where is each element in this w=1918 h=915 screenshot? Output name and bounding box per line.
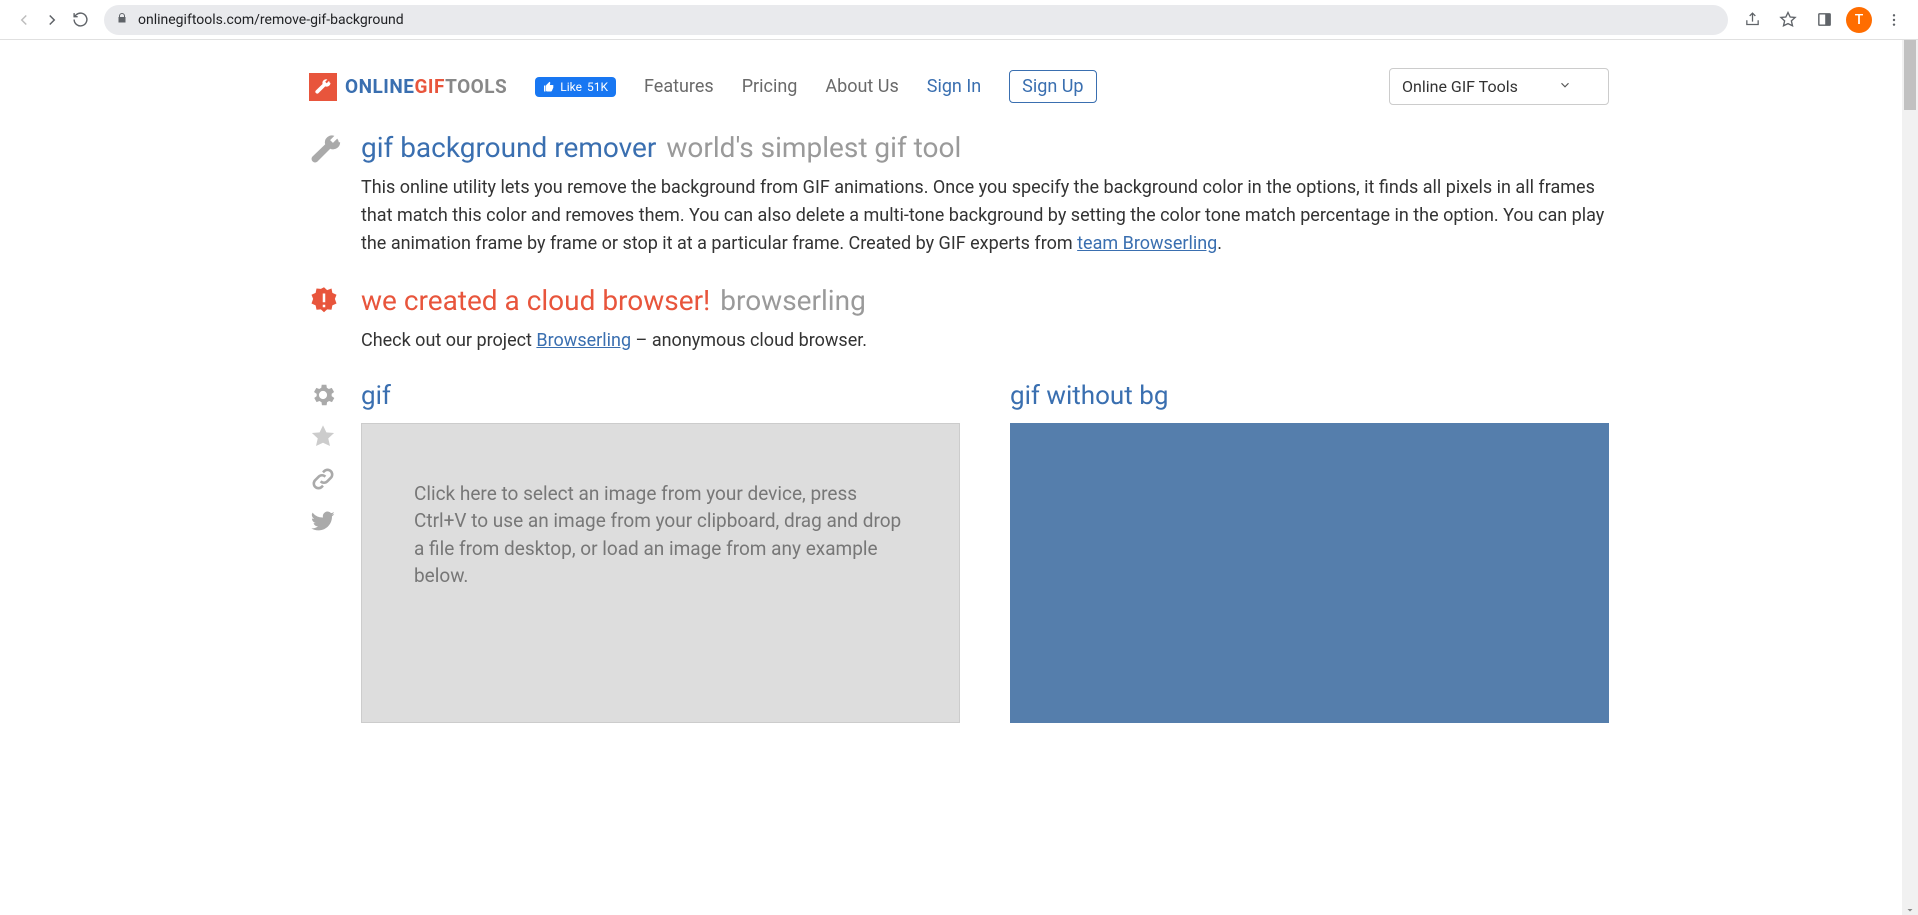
output-canvas bbox=[1010, 423, 1609, 723]
team-browserling-link[interactable]: team Browserling bbox=[1077, 233, 1217, 254]
nav-pricing[interactable]: Pricing bbox=[742, 76, 798, 97]
bookmark-star-icon[interactable] bbox=[1774, 6, 1802, 34]
dropzone-text: Click here to select an image from your … bbox=[414, 480, 907, 590]
scrollbar[interactable] bbox=[1902, 40, 1918, 915]
signup-button[interactable]: Sign Up bbox=[1009, 70, 1096, 103]
wrench-icon bbox=[309, 73, 337, 101]
scrollbar-down-icon[interactable] bbox=[1904, 901, 1916, 913]
promo-section: we created a cloud browser! browserling … bbox=[309, 284, 1609, 355]
site-select-value: Online GIF Tools bbox=[1402, 77, 1518, 96]
address-bar[interactable]: onlinegiftools.com/remove-gif-background bbox=[104, 5, 1728, 35]
output-panel-title: gif without bg bbox=[1010, 381, 1609, 411]
page-subtitle: world's simplest gif tool bbox=[666, 131, 961, 164]
profile-avatar[interactable]: T bbox=[1846, 7, 1872, 33]
browserling-link[interactable]: Browserling bbox=[536, 330, 631, 351]
badge-icon bbox=[309, 286, 343, 355]
star-icon[interactable] bbox=[309, 423, 337, 451]
browser-toolbar: onlinegiftools.com/remove-gif-background… bbox=[0, 0, 1918, 40]
chevron-down-icon bbox=[1558, 77, 1572, 96]
forward-button[interactable] bbox=[38, 6, 66, 34]
input-panel: gif Click here to select an image from y… bbox=[361, 381, 960, 723]
facebook-like-button[interactable]: Like 51K bbox=[535, 77, 616, 97]
avatar-letter: T bbox=[1855, 12, 1864, 28]
page-title: gif background remover bbox=[361, 131, 656, 164]
page-content: ONLINEGIFTOOLS Like 51K Features Pricing… bbox=[299, 40, 1619, 783]
reload-button[interactable] bbox=[66, 6, 94, 34]
gear-icon[interactable] bbox=[309, 381, 337, 409]
kebab-menu-icon[interactable] bbox=[1880, 6, 1908, 34]
brand-text: ONLINEGIFTOOLS bbox=[345, 75, 507, 98]
promo-subtitle: browserling bbox=[720, 284, 866, 317]
tool-area: gif Click here to select an image from y… bbox=[309, 381, 1609, 723]
nav-features[interactable]: Features bbox=[644, 76, 714, 97]
input-panel-title: gif bbox=[361, 381, 960, 411]
chrome-right-icons: T bbox=[1738, 6, 1908, 34]
output-panel: gif without bg bbox=[1010, 381, 1609, 723]
fb-like-label: Like bbox=[560, 80, 582, 94]
twitter-icon[interactable] bbox=[309, 507, 337, 535]
intro-paragraph: This online utility lets you remove the … bbox=[361, 174, 1609, 258]
url-text: onlinegiftools.com/remove-gif-background bbox=[138, 12, 404, 28]
scrollbar-thumb[interactable] bbox=[1904, 40, 1916, 110]
file-dropzone[interactable]: Click here to select an image from your … bbox=[361, 423, 960, 723]
promo-paragraph: Check out our project Browserling – anon… bbox=[361, 327, 1609, 355]
intro-section: gif background remover world's simplest … bbox=[309, 131, 1609, 258]
nav-about[interactable]: About Us bbox=[825, 76, 898, 97]
site-select-dropdown[interactable]: Online GIF Tools bbox=[1389, 68, 1609, 105]
site-logo[interactable]: ONLINEGIFTOOLS bbox=[309, 73, 507, 101]
side-icons bbox=[309, 381, 343, 723]
lock-icon bbox=[116, 12, 128, 27]
link-icon[interactable] bbox=[309, 465, 337, 493]
promo-title: we created a cloud browser! bbox=[361, 284, 710, 317]
thumb-up-icon bbox=[543, 81, 555, 93]
extensions-icon[interactable] bbox=[1810, 6, 1838, 34]
back-button[interactable] bbox=[10, 6, 38, 34]
share-icon[interactable] bbox=[1738, 6, 1766, 34]
nav-signin[interactable]: Sign In bbox=[927, 76, 981, 97]
wrench-icon bbox=[309, 133, 343, 258]
fb-like-count: 51K bbox=[587, 80, 608, 94]
site-header: ONLINEGIFTOOLS Like 51K Features Pricing… bbox=[309, 60, 1609, 131]
